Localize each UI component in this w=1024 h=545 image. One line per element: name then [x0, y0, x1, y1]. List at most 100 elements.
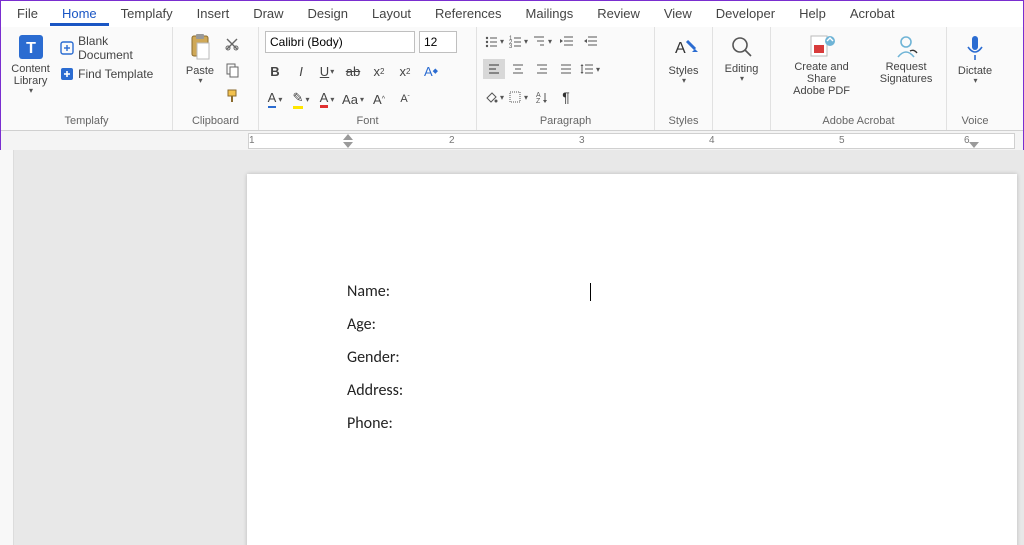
ribbon-tabs: File Home Templafy Insert Draw Design La…	[1, 1, 1023, 27]
align-center-icon	[511, 62, 525, 76]
request-signatures-icon	[892, 33, 920, 59]
ruler-tick: 3	[579, 135, 585, 146]
subscript-button[interactable]: x2	[369, 61, 389, 81]
tab-help[interactable]: Help	[787, 2, 838, 26]
first-line-indent-marker[interactable]	[343, 134, 353, 140]
vertical-ruler[interactable]	[0, 150, 14, 545]
sort-button[interactable]: AZ	[531, 87, 553, 107]
tab-view[interactable]: View	[652, 2, 704, 26]
ribbon: T Content Library ▾ Blank Document Find …	[1, 27, 1023, 131]
svg-text:3: 3	[509, 44, 513, 48]
cut-button[interactable]	[221, 33, 243, 55]
document-page[interactable]: Name: Age: Gender: Address: Phone:	[247, 174, 1017, 545]
bold-button[interactable]: B	[265, 61, 285, 81]
tab-acrobat[interactable]: Acrobat	[838, 2, 907, 26]
font-name-select[interactable]	[265, 31, 415, 53]
show-marks-button[interactable]: ¶	[555, 87, 577, 107]
tab-mailings[interactable]: Mailings	[514, 2, 586, 26]
right-indent-marker[interactable]	[969, 142, 979, 148]
blank-document-button[interactable]: Blank Document	[58, 33, 166, 63]
tab-developer[interactable]: Developer	[704, 2, 787, 26]
text-effects-button[interactable]: A◆	[421, 61, 441, 81]
font-size-select[interactable]	[419, 31, 457, 53]
text-cursor	[590, 283, 591, 301]
paint-bucket-icon	[484, 90, 498, 104]
svg-text:A: A	[675, 40, 686, 57]
hanging-indent-marker[interactable]	[343, 142, 353, 148]
content-library-label: Content Library	[11, 63, 50, 87]
find-template-button[interactable]: Find Template	[58, 66, 166, 82]
underline-button[interactable]: U▾	[317, 61, 337, 81]
tab-insert[interactable]: Insert	[185, 2, 242, 26]
tab-draw[interactable]: Draw	[241, 2, 295, 26]
strikethrough-button[interactable]: ab	[343, 61, 363, 81]
horizontal-ruler[interactable]: 1 2 3 4 5 6	[248, 133, 1015, 149]
font-color-outline-button[interactable]: A	[265, 89, 285, 109]
align-left-button[interactable]	[483, 59, 505, 79]
sort-icon: AZ	[535, 90, 549, 104]
align-center-button[interactable]	[507, 59, 529, 79]
format-painter-icon	[224, 88, 240, 104]
line-spacing-button[interactable]	[579, 59, 601, 79]
request-signatures-button[interactable]: Request Signatures	[872, 31, 940, 87]
align-right-button[interactable]	[531, 59, 553, 79]
align-right-icon	[535, 62, 549, 76]
justify-icon	[559, 62, 573, 76]
justify-button[interactable]	[555, 59, 577, 79]
format-painter-button[interactable]	[221, 85, 243, 107]
numbering-icon: 123	[508, 34, 522, 48]
group-label-voice: Voice	[953, 113, 997, 130]
styles-button[interactable]: A Styles ▾	[661, 31, 706, 88]
styles-icon: A	[669, 33, 699, 63]
create-share-pdf-icon	[807, 33, 837, 59]
find-template-icon	[60, 67, 74, 81]
dictate-button[interactable]: Dictate ▾	[953, 31, 997, 88]
blank-document-icon	[60, 41, 74, 55]
tab-design[interactable]: Design	[296, 2, 360, 26]
grow-font-button[interactable]: A^	[369, 89, 389, 109]
superscript-button[interactable]: x2	[395, 61, 415, 81]
tab-references[interactable]: References	[423, 2, 513, 26]
doc-line[interactable]: Address:	[347, 381, 917, 400]
group-label-paragraph: Paragraph	[483, 113, 648, 130]
tab-home[interactable]: Home	[50, 2, 109, 26]
doc-line[interactable]: Age:	[347, 315, 917, 334]
decrease-indent-button[interactable]	[555, 31, 577, 51]
highlight-button[interactable]: ✎	[291, 89, 311, 109]
change-case-button[interactable]: Aa	[343, 89, 363, 109]
svg-text:Z: Z	[536, 98, 541, 104]
doc-line[interactable]: Gender:	[347, 348, 917, 367]
numbering-button[interactable]: 123	[507, 31, 529, 51]
group-label-styles: Styles	[661, 113, 706, 130]
bullets-icon	[484, 34, 498, 48]
doc-line[interactable]: Phone:	[347, 414, 917, 433]
paste-button[interactable]: Paste ▾	[179, 31, 221, 88]
tab-review[interactable]: Review	[585, 2, 652, 26]
align-left-icon	[487, 62, 501, 76]
doc-line[interactable]: Name:	[347, 282, 917, 301]
ruler-tick: 4	[709, 135, 715, 146]
borders-icon	[508, 90, 522, 104]
shrink-font-button[interactable]: Aˇ	[395, 89, 415, 109]
create-share-pdf-button[interactable]: Create and Share Adobe PDF	[777, 31, 866, 99]
ruler-tick: 6	[964, 135, 970, 146]
font-color-button[interactable]: A	[317, 89, 337, 109]
shading-button[interactable]	[483, 87, 505, 107]
borders-button[interactable]	[507, 87, 529, 107]
tab-layout[interactable]: Layout	[360, 2, 423, 26]
paste-icon	[187, 33, 213, 63]
editing-button[interactable]: Editing ▾	[719, 31, 764, 86]
group-paragraph: 123 AZ ¶ Paragraph	[477, 27, 655, 130]
bullets-button[interactable]	[483, 31, 505, 51]
increase-indent-button[interactable]	[579, 31, 601, 51]
italic-button[interactable]: I	[291, 61, 311, 81]
multilevel-icon	[532, 34, 546, 48]
tab-file[interactable]: File	[5, 2, 50, 26]
group-clipboard: Paste ▾ Clipboard	[173, 27, 259, 130]
content-library-icon: T	[17, 33, 45, 61]
tab-templafy[interactable]: Templafy	[109, 2, 185, 26]
chevron-down-icon: ▾	[198, 77, 202, 86]
copy-button[interactable]	[221, 59, 243, 81]
content-library-button[interactable]: T Content Library ▾	[7, 31, 54, 98]
multilevel-list-button[interactable]	[531, 31, 553, 51]
